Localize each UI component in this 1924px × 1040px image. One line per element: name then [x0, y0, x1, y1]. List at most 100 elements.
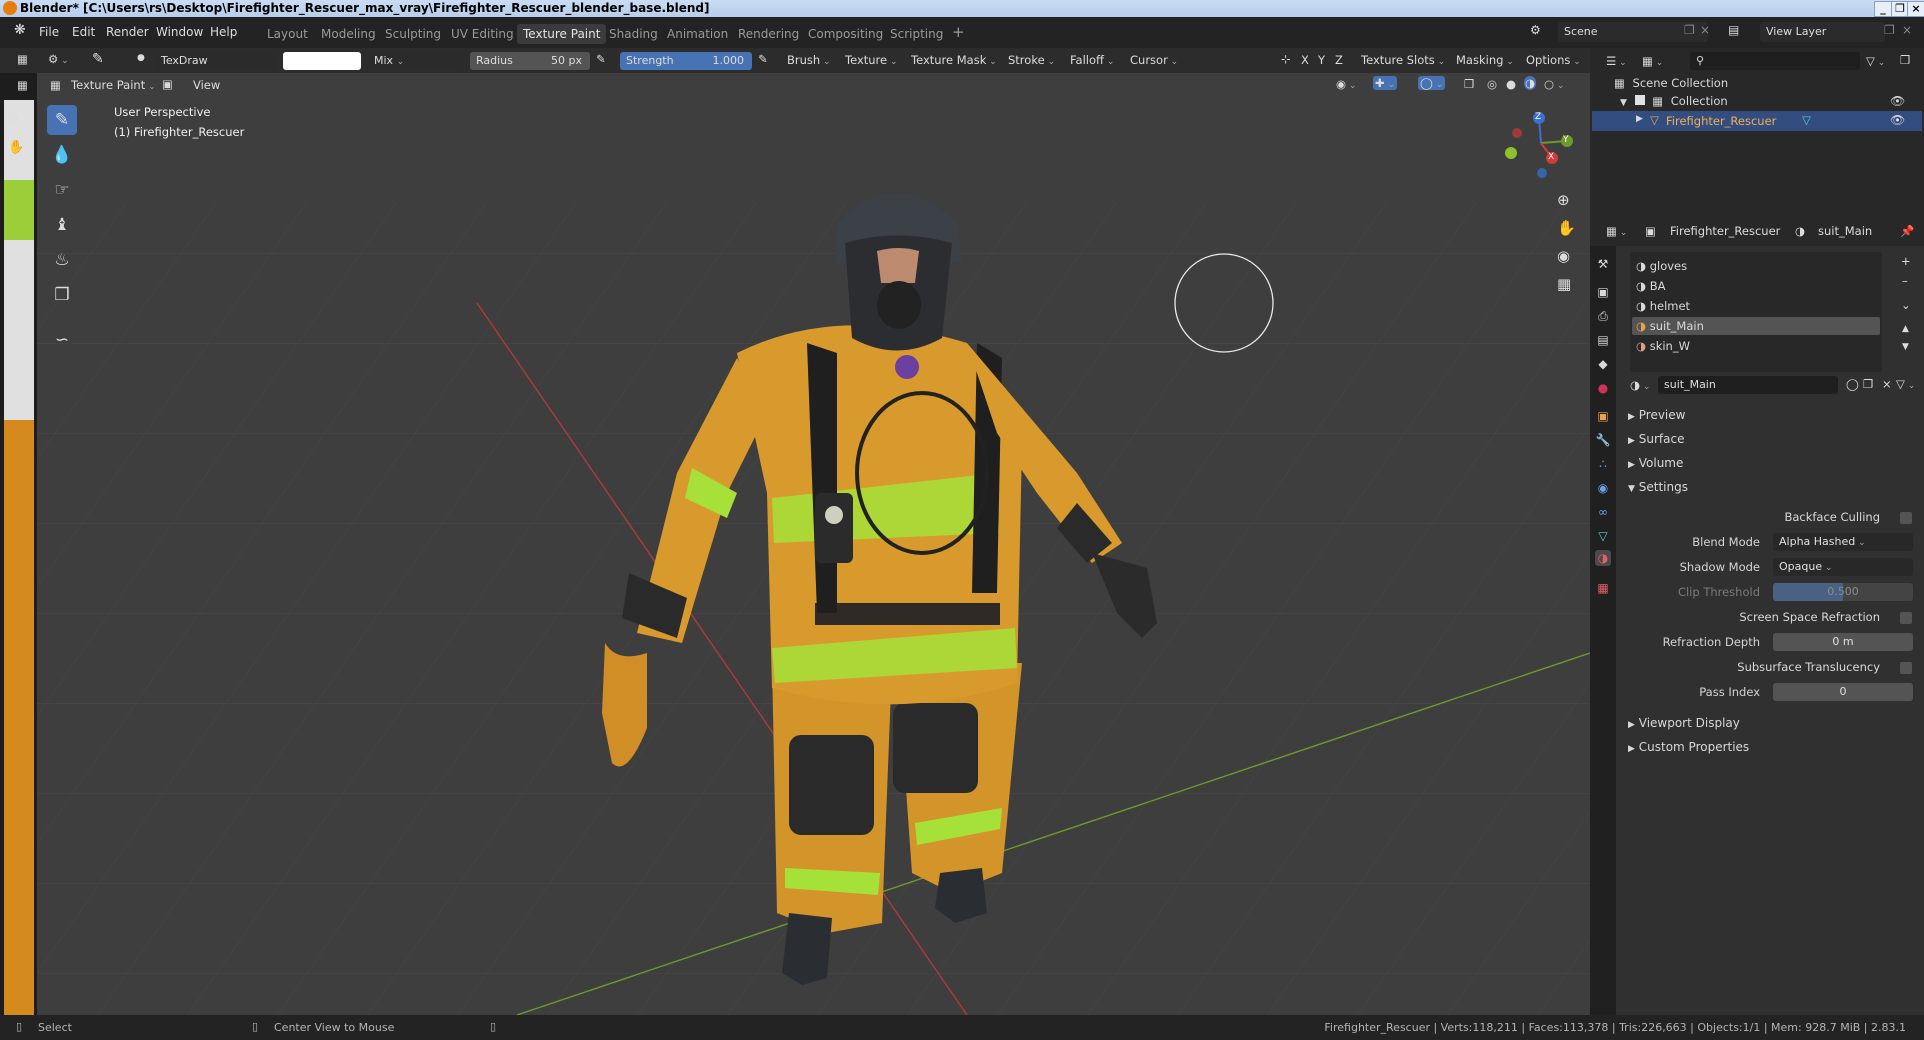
rendered-shading-icon[interactable]: ○ [1544, 77, 1564, 91]
solid-shading-icon[interactable]: ● [1506, 77, 1516, 91]
blender-menu-icon[interactable]: ❋ [14, 22, 26, 38]
minimize-button[interactable]: _ [1874, 1, 1892, 17]
refraction-depth-field[interactable]: 0 m [1773, 633, 1913, 651]
strength-slider[interactable]: Strength 1.000 [620, 52, 752, 70]
menu-cursor[interactable]: Cursor [1130, 53, 1178, 67]
view-layer-selector[interactable]: View Layer [1760, 22, 1885, 42]
expand-arrow-icon[interactable]: ▶ [1636, 114, 1643, 124]
tool-tab-icon[interactable]: ⚒ [1595, 256, 1611, 272]
uv-pan-icon[interactable]: ✋ [8, 140, 24, 155]
3d-viewport[interactable]: User Perspective (1) Firefighter_Rescuer… [37, 73, 1590, 1015]
particles-tab-icon[interactable]: ∴ [1595, 456, 1611, 472]
new-collection-icon[interactable]: ❐ [1900, 53, 1910, 67]
brush-color-swatch[interactable] [283, 52, 361, 70]
pass-index-field[interactable]: 0 [1773, 683, 1913, 701]
menu-help[interactable]: Help [210, 25, 237, 39]
annotate-tool-icon[interactable]: ∽ [47, 325, 77, 355]
tab-scripting[interactable]: Scripting [890, 27, 943, 41]
browse-material-icon[interactable]: ◑ [1630, 378, 1650, 392]
material-slot-helmet[interactable]: ◑ helmet [1636, 299, 1690, 313]
pin-icon[interactable]: 📌 [1900, 224, 1914, 238]
outliner-editor-type-icon[interactable]: ☰ [1606, 54, 1627, 68]
add-workspace-icon[interactable]: + [952, 23, 965, 41]
editor-type-icon[interactable]: ▦ [17, 52, 28, 66]
clone-tool-icon[interactable]: ♝ [47, 210, 77, 240]
mirror-x-toggle[interactable]: X [1301, 53, 1309, 67]
brush-icon[interactable]: ✎ [92, 51, 104, 67]
wireframe-shading-icon[interactable]: ◎ [1487, 77, 1497, 91]
scene-tab-icon[interactable]: ◆ [1595, 356, 1611, 372]
view-layer-icon[interactable]: ▤ [1728, 23, 1739, 37]
constraints-tab-icon[interactable]: ∞ [1595, 504, 1611, 520]
material-slot-list[interactable]: ◑ gloves ◑ BA ◑ helmet ◑ suit_Main ◑ ski… [1630, 252, 1882, 372]
output-tab-icon[interactable]: ⎙ [1595, 308, 1611, 324]
clip-threshold-slider[interactable]: 0.500 [1773, 583, 1913, 601]
menu-stroke[interactable]: Stroke [1008, 53, 1055, 67]
context-material-name[interactable]: suit_Main [1818, 224, 1872, 238]
ortho-grid-icon[interactable]: ▦ [1557, 275, 1571, 293]
tab-rendering[interactable]: Rendering [738, 27, 799, 41]
tab-uv-editing[interactable]: UV Editing [451, 27, 514, 41]
outliner-object-row[interactable]: ▶ ▽ Firefighter_Rescuer ▽ 👁 [1592, 111, 1922, 131]
collection-checkbox[interactable] [1634, 95, 1645, 105]
material-slot-suit-main[interactable]: ◑ suit_Main [1632, 317, 1880, 335]
tab-layout[interactable]: Layout [267, 27, 308, 41]
material-slot-skin-w[interactable]: ◑ skin_W [1636, 339, 1690, 353]
visibility-icon[interactable]: ◉ [1336, 77, 1356, 91]
remove-slot-icon[interactable]: – [1902, 274, 1908, 288]
panel-preview[interactable]: ▶ Preview [1628, 408, 1685, 422]
link-mode-icon[interactable]: ▽ [1896, 377, 1915, 391]
object-visibility-icon[interactable]: 👁 [1890, 113, 1905, 127]
panel-custom-properties[interactable]: ▶ Custom Properties [1628, 740, 1749, 754]
menu-brush[interactable]: Brush [787, 53, 831, 67]
material-slot-ba[interactable]: ◑ BA [1636, 279, 1665, 293]
menu-masking[interactable]: Masking [1456, 53, 1514, 67]
mirror-z-toggle[interactable]: Z [1335, 53, 1343, 67]
tab-texture-paint[interactable]: Texture Paint [517, 24, 607, 44]
menu-render[interactable]: Render [106, 25, 149, 39]
outliner-scene-collection[interactable]: ▦ Scene Collection [1614, 76, 1924, 94]
material-shading-icon[interactable]: ◑ [1524, 76, 1537, 90]
delete-view-layer-icon[interactable]: × [1902, 23, 1912, 37]
tab-compositing[interactable]: Compositing [808, 27, 883, 41]
gizmo-toggle-icon[interactable]: ✚ [1373, 76, 1398, 90]
zoom-icon[interactable]: ⊕ [1557, 191, 1570, 209]
scene-icon[interactable]: ⚙ [1530, 23, 1541, 37]
mode-selector[interactable]: Texture Paint [71, 78, 156, 92]
unlink-material-icon[interactable]: × [1882, 377, 1892, 391]
new-view-layer-icon[interactable]: ❐ [1884, 23, 1895, 37]
xray-icon[interactable]: ❐ [1464, 77, 1474, 91]
tool-settings-icon[interactable]: ⚙ [48, 52, 69, 66]
subsurface-translucency-checkbox[interactable] [1900, 662, 1912, 674]
strength-pressure-icon[interactable]: ✎ [758, 52, 768, 66]
menu-view[interactable]: View [193, 78, 220, 92]
new-scene-icon[interactable]: ❐ [1684, 23, 1695, 37]
menu-edit[interactable]: Edit [72, 25, 95, 39]
menu-falloff[interactable]: Falloff [1070, 53, 1114, 67]
texture-tab-icon[interactable]: ▦ [1595, 580, 1611, 596]
outliner-display-mode-icon[interactable]: ▦ [1642, 54, 1663, 68]
expand-arrow-icon[interactable]: ▼ [1620, 98, 1627, 108]
outliner-search-input[interactable]: ⚲ [1690, 52, 1860, 70]
render-tab-icon[interactable]: ▣ [1595, 284, 1611, 300]
object-tab-icon[interactable]: ▣ [1595, 408, 1611, 424]
context-object-name[interactable]: Firefighter_Rescuer [1670, 224, 1780, 238]
screen-space-refraction-checkbox[interactable] [1900, 612, 1912, 624]
filter-icon[interactable]: ▽ [1866, 54, 1885, 68]
menu-file[interactable]: File [39, 25, 59, 39]
soften-tool-icon[interactable]: 💧 [47, 140, 77, 170]
modifier-tab-icon[interactable]: 🔧 [1595, 432, 1611, 448]
radius-pressure-icon[interactable]: ✎ [596, 52, 606, 66]
physics-tab-icon[interactable]: ◉ [1595, 480, 1611, 496]
delete-scene-icon[interactable]: × [1700, 23, 1710, 37]
smear-tool-icon[interactable]: ☞ [47, 175, 77, 205]
blend-mode-select[interactable]: Alpha Hashed [1773, 533, 1913, 551]
tab-shading[interactable]: Shading [609, 27, 658, 41]
symmetry-icon[interactable]: ⊹ [1281, 52, 1291, 66]
world-tab-icon[interactable]: ● [1595, 380, 1611, 396]
menu-texture-mask[interactable]: Texture Mask [911, 53, 997, 67]
brush-fake-user-icon[interactable]: ● [137, 53, 145, 63]
slot-specials-icon[interactable]: ⌄ [1901, 298, 1911, 312]
fill-tool-icon[interactable]: ♨ [47, 245, 77, 275]
view-layer-tab-icon[interactable]: ▤ [1595, 332, 1611, 348]
